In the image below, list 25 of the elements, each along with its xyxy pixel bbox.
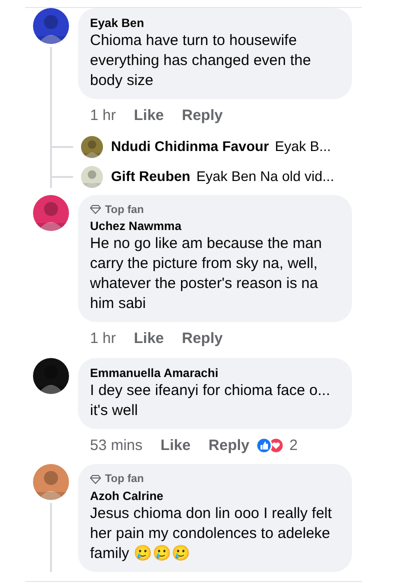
reply-link[interactable]: Reply	[208, 434, 250, 457]
reply-link[interactable]: Reply	[182, 105, 223, 128]
timestamp: 1 hr	[90, 106, 116, 126]
like-link[interactable]: Like	[134, 328, 164, 350]
commenter-name[interactable]: Uchez Nawmma	[90, 218, 340, 234]
commenter-name[interactable]: Eyak Ben	[90, 15, 340, 31]
commenter-name[interactable]: Azoh Calrine	[90, 488, 340, 504]
comment-text: I dey see ifeanyi for chioma face o... it's well	[90, 380, 332, 420]
timestamp: 1 hr	[90, 329, 116, 349]
badge-label: Top fan	[105, 472, 144, 487]
reply-preview[interactable]: Gift Reuben Eyak Ben Na old vid...	[111, 166, 334, 187]
timestamp: 53 mins	[90, 436, 143, 456]
comment-text: Chioma have turn to housewife everything has changed even the body size	[90, 31, 312, 91]
reaction-count: 2	[289, 436, 298, 456]
diamond-icon	[90, 205, 101, 214]
reactions-icon	[255, 437, 286, 454]
comment-text: Jesus chioma don lin ooo I really felt her pain my condolences to adeleke family 🥲🥲🥲	[90, 504, 333, 564]
like-link[interactable]: Like	[160, 434, 191, 457]
commenter-name[interactable]: Emmanuella Amarachi	[90, 364, 340, 380]
reply-preview[interactable]: Ndudi Chidinma Favour Eyak B...	[111, 136, 331, 157]
like-link[interactable]: Like	[134, 105, 164, 128]
diamond-icon	[90, 474, 101, 484]
reply-link[interactable]: Reply	[182, 328, 223, 350]
badge-label: Top fan	[105, 202, 144, 218]
comment-text: He no go like am because the man carry the picture from sky na, well, whatever the poster's reason is na him sabi	[90, 234, 323, 314]
